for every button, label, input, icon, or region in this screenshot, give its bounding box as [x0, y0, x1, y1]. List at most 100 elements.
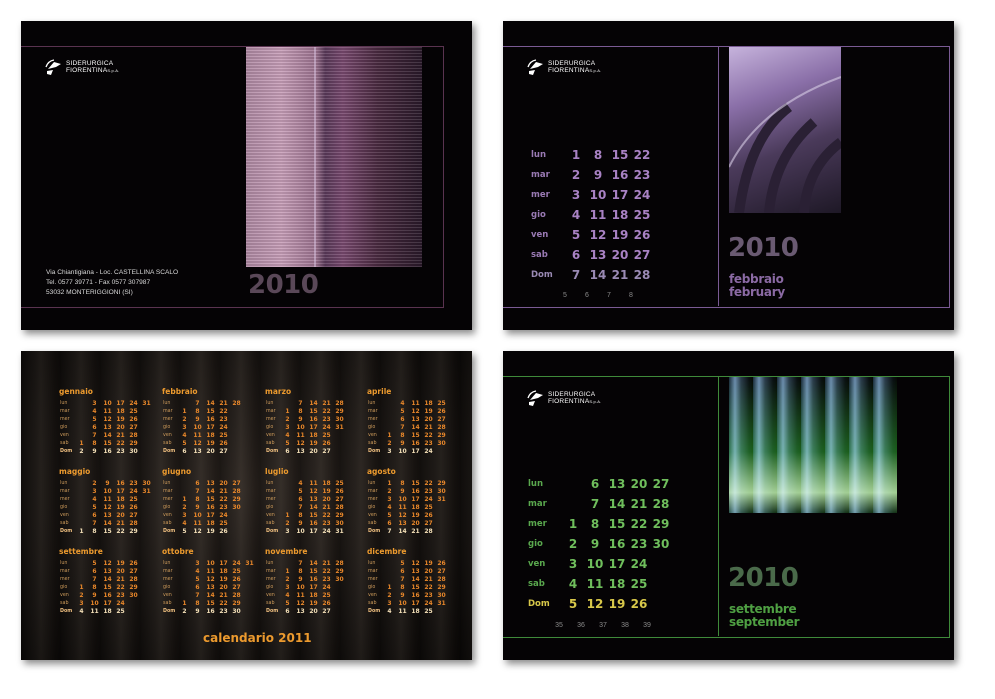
day-number: 8	[298, 568, 303, 575]
day-number: 20	[219, 480, 228, 487]
day-number: 18	[611, 208, 629, 222]
day-number: 26	[322, 600, 331, 607]
day-number: 14	[103, 520, 112, 527]
month-title: gennaio	[59, 387, 93, 396]
weekday-label: sab	[163, 441, 172, 446]
weekday-label: lun	[368, 561, 376, 566]
day-number: 8	[92, 440, 97, 447]
day-number: 21	[219, 488, 228, 495]
weekday-label: mer	[60, 417, 70, 422]
month-maggio: maggio lun 2 9 16 23 30 mar 3 10 17 24 31 mer 4 11 18 25 g…	[59, 467, 159, 536]
day-number: 12	[206, 576, 215, 583]
day-number: 21	[630, 497, 648, 511]
day-number: 25	[322, 432, 331, 439]
day-number	[140, 520, 153, 528]
day-number: 16	[309, 520, 318, 527]
day-number: 15	[611, 148, 629, 162]
day-number: 4	[92, 408, 97, 415]
day-number: 7	[195, 488, 200, 495]
day-number: 26	[219, 528, 228, 535]
day-number: 20	[116, 568, 125, 575]
february-month-grid: lun 1 8 15 22 mar 2 9 16 23 mer 3 10 17 24 gio 4 11 18 25 ve…	[531, 145, 653, 285]
day-number	[178, 584, 191, 592]
day-number	[230, 408, 243, 416]
day-number: 20	[630, 477, 648, 491]
month-title: novembre	[265, 547, 308, 556]
day-number: 28	[232, 592, 241, 599]
day-number: 16	[116, 480, 125, 487]
day-number: 31	[437, 600, 446, 607]
day-number: 26	[335, 488, 344, 495]
day-number: 31	[437, 496, 446, 503]
day-number	[383, 400, 396, 408]
day-number: 18	[309, 432, 318, 439]
day-number: 10	[103, 488, 112, 495]
day-number: 12	[193, 440, 202, 447]
day-number: 12	[589, 228, 607, 242]
day-number: 28	[129, 432, 138, 439]
day-number: 4	[182, 432, 187, 439]
day-number	[333, 584, 346, 592]
day-number: 2	[182, 608, 187, 615]
day-number	[140, 496, 153, 504]
day-number: 30	[652, 537, 670, 551]
day-number: 6	[387, 520, 392, 527]
weekday-label: sab	[368, 601, 377, 606]
day-number: 20	[322, 496, 331, 503]
day-number: 17	[116, 488, 125, 495]
day-number	[243, 576, 256, 584]
day-number: 16	[103, 448, 112, 455]
february-week-numbers: 5 6 7 8	[554, 292, 642, 299]
weekday-label: ven	[368, 593, 377, 598]
day-number: 20	[309, 608, 318, 615]
weekday-label: mar	[531, 170, 550, 180]
weekday-label: mar	[163, 409, 173, 414]
day-number: 25	[322, 592, 331, 599]
day-number: 8	[400, 480, 405, 487]
day-number: 15	[411, 584, 420, 591]
day-number	[230, 528, 243, 536]
day-number: 11	[411, 400, 420, 407]
day-number: 13	[103, 512, 112, 519]
day-number: 14	[608, 497, 626, 511]
day-number: 5	[195, 576, 200, 583]
weekday-label: Dom	[163, 449, 176, 454]
day-number: 13	[103, 424, 112, 431]
day-number: 5	[571, 228, 581, 242]
day-number: 19	[309, 440, 318, 447]
day-number: 26	[219, 440, 228, 447]
day-number: 3	[92, 400, 97, 407]
day-number: 6	[195, 584, 200, 591]
day-number: 21	[116, 520, 125, 527]
day-number: 20	[206, 448, 215, 455]
day-number: 5	[182, 440, 187, 447]
day-number: 19	[608, 597, 626, 611]
day-number: 1	[387, 584, 392, 591]
day-number: 15	[411, 432, 420, 439]
weekday-label: mar	[266, 489, 276, 494]
day-number	[230, 440, 243, 448]
day-number	[75, 496, 88, 504]
day-number: 25	[335, 480, 344, 487]
calendar-february-card: SIDERURGICA FIORENTINAS.p.A. lun 1 8 15 22 ma…	[503, 21, 954, 330]
day-number: 30	[437, 592, 446, 599]
day-number: 23	[219, 416, 228, 423]
day-number: 12	[586, 597, 604, 611]
day-number: 28	[424, 528, 433, 535]
logo-text: SIDERURGICA FIORENTINAS.p.A.	[548, 60, 602, 74]
day-number: 23	[633, 168, 651, 182]
day-number: 19	[322, 488, 331, 495]
day-number: 4	[195, 568, 200, 575]
day-number	[140, 424, 153, 432]
day-number	[178, 400, 191, 408]
weekday-label: gio	[163, 425, 171, 430]
logo-mark-icon	[527, 389, 545, 407]
day-number: 19	[611, 228, 629, 242]
day-number	[435, 448, 448, 456]
day-number: 23	[424, 592, 433, 599]
day-number: 16	[103, 592, 112, 599]
day-number: 30	[437, 488, 446, 495]
week-number: 8	[629, 292, 633, 299]
day-number: 27	[424, 520, 433, 527]
day-number: 10	[206, 560, 215, 567]
